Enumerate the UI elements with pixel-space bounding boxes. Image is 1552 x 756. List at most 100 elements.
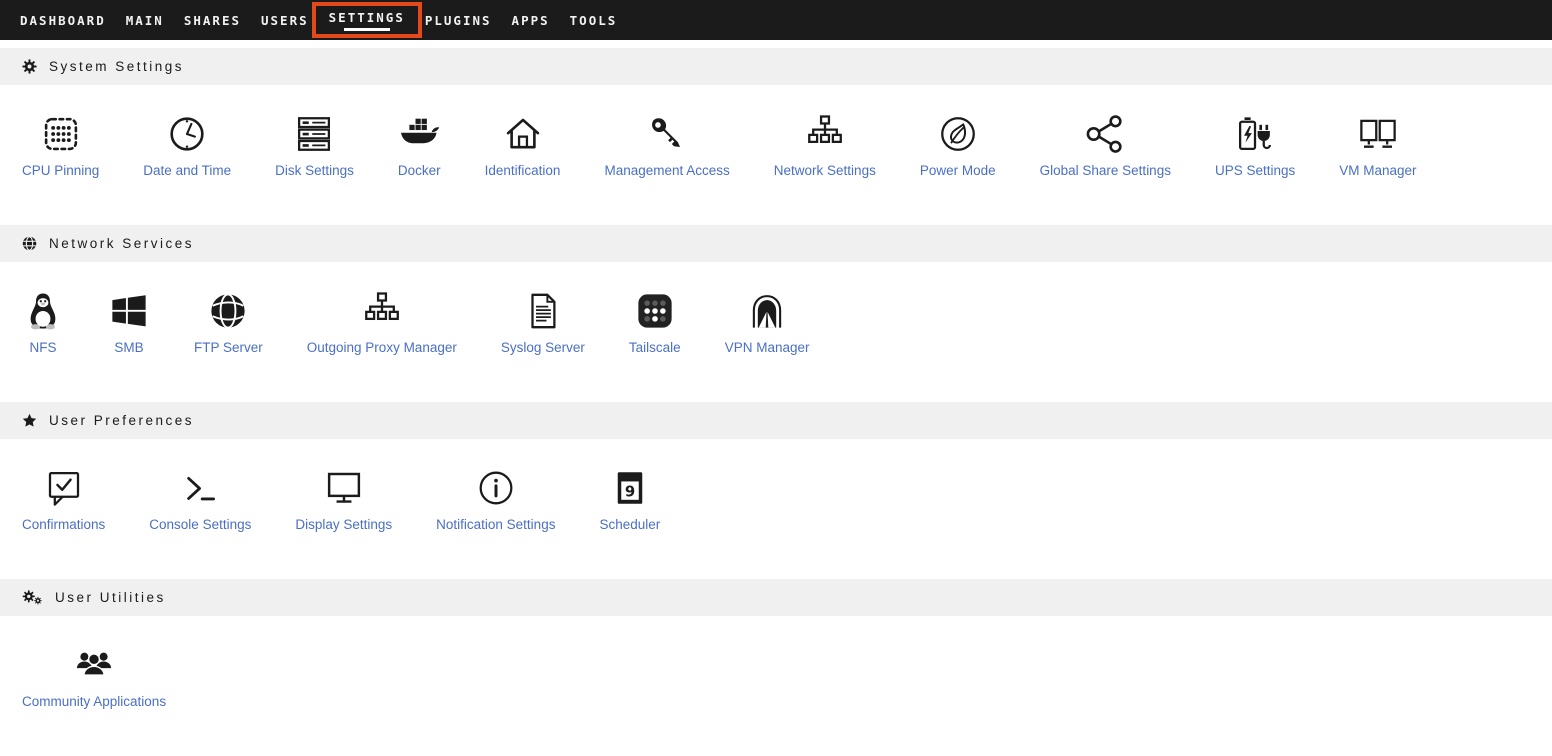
sitemap-icon — [361, 290, 403, 332]
item-scheduler[interactable]: Scheduler — [577, 467, 682, 532]
star-icon — [22, 413, 37, 428]
item-label: Network Settings — [774, 163, 876, 178]
globe-icon — [22, 236, 37, 251]
nav-settings-label: SETTINGS — [329, 10, 405, 31]
section-user-preferences: User Preferences Confirmations Console S… — [0, 402, 1552, 579]
top-nav: DASHBOARD MAIN SHARES USERS SETTINGS PLU… — [0, 0, 1552, 40]
item-cpu-pinning[interactable]: CPU Pinning — [0, 113, 121, 178]
panels-user-utilities: Community Applications — [0, 616, 1552, 756]
section-title: System Settings — [49, 59, 184, 74]
item-label: Identification — [485, 163, 561, 178]
nav-main-label: MAIN — [126, 13, 164, 28]
item-power-mode[interactable]: Power Mode — [898, 113, 1018, 178]
item-label: Confirmations — [22, 517, 105, 532]
section-header-system-settings: System Settings — [0, 48, 1552, 85]
item-label: SMB — [114, 340, 143, 355]
gears-icon — [22, 590, 43, 605]
item-label: Syslog Server — [501, 340, 585, 355]
key-icon — [646, 113, 688, 155]
item-date-and-time[interactable]: Date and Time — [121, 113, 253, 178]
nav-tools-label: TOOLS — [570, 13, 618, 28]
item-network-settings[interactable]: Network Settings — [752, 113, 898, 178]
item-label: Date and Time — [143, 163, 231, 178]
item-label: Management Access — [604, 163, 729, 178]
leaf-circle-icon — [937, 113, 979, 155]
item-confirmations[interactable]: Confirmations — [0, 467, 127, 532]
section-system-settings: System Settings CPU Pinning Date and Tim… — [0, 48, 1552, 225]
item-nfs[interactable]: NFS — [0, 290, 86, 355]
item-display-settings[interactable]: Display Settings — [273, 467, 414, 532]
tux-penguin-icon — [22, 290, 64, 332]
nav-dashboard[interactable]: DASHBOARD — [10, 0, 116, 40]
clock-icon — [166, 113, 208, 155]
document-lines-icon — [522, 290, 564, 332]
battery-plug-icon — [1234, 113, 1276, 155]
item-docker[interactable]: Docker — [376, 113, 463, 178]
item-syslog-server[interactable]: Syslog Server — [479, 290, 607, 355]
nav-main[interactable]: MAIN — [116, 0, 174, 40]
item-label: Notification Settings — [436, 517, 555, 532]
nav-settings[interactable]: SETTINGS — [319, 0, 415, 40]
section-network-services: Network Services NFS SMB FTP Server Outg… — [0, 225, 1552, 402]
item-notification-settings[interactable]: Notification Settings — [414, 467, 577, 532]
item-tailscale[interactable]: Tailscale — [607, 290, 703, 355]
item-label: Community Applications — [22, 694, 166, 709]
section-user-utilities: User Utilities Community Applications — [0, 579, 1552, 756]
terminal-icon — [179, 467, 221, 509]
item-label: Docker — [398, 163, 441, 178]
nav-dashboard-label: DASHBOARD — [20, 13, 106, 28]
item-smb[interactable]: SMB — [86, 290, 172, 355]
nav-shares-label: SHARES — [184, 13, 241, 28]
section-title: Network Services — [49, 236, 194, 251]
item-outgoing-proxy-manager[interactable]: Outgoing Proxy Manager — [285, 290, 479, 355]
share-nodes-icon — [1084, 113, 1126, 155]
item-identification[interactable]: Identification — [463, 113, 583, 178]
windows-icon — [108, 290, 150, 332]
section-header-user-utilities: User Utilities — [0, 579, 1552, 616]
item-disk-settings[interactable]: Disk Settings — [253, 113, 376, 178]
nav-plugins[interactable]: PLUGINS — [415, 0, 502, 40]
nav-users[interactable]: USERS — [251, 0, 319, 40]
nav-apps[interactable]: APPS — [502, 0, 560, 40]
nav-plugins-label: PLUGINS — [425, 13, 492, 28]
gear-icon — [22, 59, 37, 74]
item-community-applications[interactable]: Community Applications — [0, 644, 188, 709]
item-label: Outgoing Proxy Manager — [307, 340, 457, 355]
item-label: VPN Manager — [725, 340, 810, 355]
tailscale-icon — [634, 290, 676, 332]
nav-tools[interactable]: TOOLS — [560, 0, 628, 40]
users-group-icon — [73, 644, 115, 686]
section-header-user-preferences: User Preferences — [0, 402, 1552, 439]
settings-page: System Settings CPU Pinning Date and Tim… — [0, 40, 1552, 756]
item-console-settings[interactable]: Console Settings — [127, 467, 273, 532]
item-label: Global Share Settings — [1040, 163, 1171, 178]
item-label: VM Manager — [1339, 163, 1416, 178]
item-label: Scheduler — [599, 517, 660, 532]
item-vpn-manager[interactable]: VPN Manager — [703, 290, 832, 355]
comment-check-icon — [43, 467, 85, 509]
house-icon — [502, 113, 544, 155]
item-management-access[interactable]: Management Access — [582, 113, 751, 178]
item-global-share-settings[interactable]: Global Share Settings — [1018, 113, 1193, 178]
nav-users-label: USERS — [261, 13, 309, 28]
panels-system-settings: CPU Pinning Date and Time Disk Settings … — [0, 85, 1552, 225]
item-label: Console Settings — [149, 517, 251, 532]
item-label: Display Settings — [295, 517, 392, 532]
item-vm-manager[interactable]: VM Manager — [1317, 113, 1438, 178]
docker-whale-icon — [398, 113, 440, 155]
item-label: Tailscale — [629, 340, 681, 355]
item-ups-settings[interactable]: UPS Settings — [1193, 113, 1317, 178]
calendar-icon — [609, 467, 651, 509]
section-title: User Utilities — [55, 590, 166, 605]
sitemap-icon — [804, 113, 846, 155]
globe-solid-icon — [207, 290, 249, 332]
info-circle-icon — [475, 467, 517, 509]
nav-apps-label: APPS — [512, 13, 550, 28]
item-ftp-server[interactable]: FTP Server — [172, 290, 285, 355]
panels-network-services: NFS SMB FTP Server Outgoing Proxy Manage… — [0, 262, 1552, 402]
item-label: Disk Settings — [275, 163, 354, 178]
dual-monitor-icon — [1357, 113, 1399, 155]
nav-shares[interactable]: SHARES — [174, 0, 251, 40]
item-label: CPU Pinning — [22, 163, 99, 178]
item-label: FTP Server — [194, 340, 263, 355]
